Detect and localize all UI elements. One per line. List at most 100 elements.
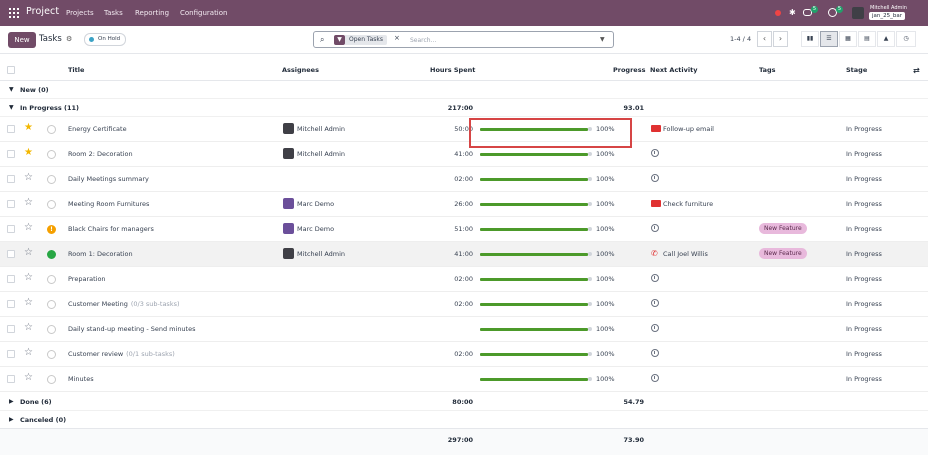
status-indicator-icon[interactable]: [47, 375, 56, 384]
clock-icon[interactable]: [651, 274, 659, 282]
kanban-view-button[interactable]: ▮▮: [801, 31, 819, 47]
assignee-name[interactable]: Marc Demo: [297, 225, 334, 233]
column-title[interactable]: Title: [68, 66, 84, 74]
assignee-name[interactable]: Mitchell Admin: [297, 125, 345, 133]
pivot-view-button[interactable]: ▤: [858, 31, 876, 47]
optional-columns-icon[interactable]: ⇄: [913, 66, 920, 75]
column-assignees[interactable]: Assignees: [282, 66, 319, 74]
clock-icon[interactable]: [651, 324, 659, 332]
task-title[interactable]: Room 2: Decoration: [68, 150, 133, 158]
star-icon[interactable]: ☆: [24, 173, 33, 183]
assignee-name[interactable]: Marc Demo: [297, 200, 334, 208]
pager-value[interactable]: 1-4 / 4: [730, 35, 751, 43]
table-row[interactable]: ☆ Daily stand-up meeting - Send minutes 10…: [0, 317, 928, 342]
next-activity-label[interactable]: Call Joel Willis: [663, 250, 708, 258]
star-icon[interactable]: ☆: [24, 198, 33, 208]
table-row[interactable]: ☆! Black Chairs for managers Marc Demo 51:0…: [0, 217, 928, 242]
clock-icon[interactable]: [651, 374, 659, 382]
graph-view-button[interactable]: ▲: [877, 31, 895, 47]
column-next-activity[interactable]: Next Activity: [650, 66, 697, 74]
table-row[interactable]: ☆ Customer Meeting (0/3 sub-tasks) 02:00 100…: [0, 292, 928, 317]
table-row[interactable]: ☆ Preparation 02:00 100% In Progress: [0, 267, 928, 292]
search-options-chevron-icon[interactable]: ▼: [600, 36, 605, 43]
user-name[interactable]: Mitchell Admin: [870, 5, 907, 11]
column-progress[interactable]: Progress: [613, 66, 645, 74]
column-tags[interactable]: Tags: [759, 66, 776, 74]
next-activity-label[interactable]: Follow-up email: [663, 125, 714, 133]
group-row-canceled[interactable]: ▶ Canceled (0): [0, 411, 928, 429]
activity-view-button[interactable]: ◷: [896, 31, 916, 47]
task-title[interactable]: Room 1: Decoration: [68, 250, 133, 258]
star-icon[interactable]: ☆: [24, 248, 33, 258]
task-title[interactable]: Customer review (0/1 sub-tasks): [68, 350, 175, 358]
star-icon[interactable]: ☆: [24, 298, 33, 308]
pager-previous-button[interactable]: ‹: [757, 31, 772, 47]
debug-indicator-icon[interactable]: [775, 10, 781, 16]
menu-tasks[interactable]: Tasks: [104, 9, 123, 17]
calendar-view-button[interactable]: ▦: [839, 31, 857, 47]
clock-icon[interactable]: [651, 224, 659, 232]
status-indicator-icon[interactable]: [47, 300, 56, 309]
status-indicator-icon[interactable]: [47, 250, 56, 259]
assignee-name[interactable]: Mitchell Admin: [297, 250, 345, 258]
menu-configuration[interactable]: Configuration: [180, 9, 227, 17]
column-hours-spent[interactable]: Hours Spent: [430, 66, 475, 74]
search-input[interactable]: [410, 34, 590, 46]
star-icon[interactable]: ☆: [24, 273, 33, 283]
assignee-avatar[interactable]: [283, 198, 294, 209]
apps-menu-icon[interactable]: [9, 8, 19, 18]
gear-icon[interactable]: ⚙: [66, 35, 72, 43]
bug-icon[interactable]: ✱: [789, 8, 796, 17]
clock-icon[interactable]: [651, 174, 659, 182]
table-row[interactable]: ★ Energy Certificate Mitchell Admin 50:00 10…: [0, 117, 928, 142]
email-icon[interactable]: [651, 125, 661, 132]
task-title[interactable]: Daily Meetings summary: [68, 175, 149, 183]
row-checkbox[interactable]: [7, 200, 15, 208]
group-row-done[interactable]: ▶ Done (6) 80:00 54.79: [0, 393, 928, 411]
row-checkbox[interactable]: [7, 325, 15, 333]
clock-icon[interactable]: [651, 349, 659, 357]
select-all-checkbox[interactable]: [7, 66, 15, 74]
star-icon[interactable]: ☆: [24, 348, 33, 358]
row-checkbox[interactable]: [7, 150, 15, 158]
on-hold-filter[interactable]: On Hold: [84, 33, 127, 46]
task-title[interactable]: Meeting Room Furnitures: [68, 200, 149, 208]
star-icon[interactable]: ★: [24, 123, 33, 133]
app-name[interactable]: Project: [26, 6, 59, 17]
clock-icon[interactable]: [651, 299, 659, 307]
task-title[interactable]: Preparation: [68, 275, 106, 283]
assignee-avatar[interactable]: [283, 248, 294, 259]
status-indicator-icon[interactable]: !: [47, 225, 56, 234]
table-row[interactable]: ☆ Daily Meetings summary 02:00 100% In Progr…: [0, 167, 928, 192]
table-row[interactable]: ☆ Room 1: Decoration Mitchell Admin 41:00 10…: [0, 242, 928, 267]
star-icon[interactable]: ☆: [24, 223, 33, 233]
row-checkbox[interactable]: [7, 225, 15, 233]
status-indicator-icon[interactable]: [47, 325, 56, 334]
remove-facet-icon[interactable]: ×: [394, 34, 400, 42]
assignee-name[interactable]: Mitchell Admin: [297, 150, 345, 158]
row-checkbox[interactable]: [7, 275, 15, 283]
table-row[interactable]: ☆ Minutes 100% In Progress: [0, 367, 928, 392]
task-title[interactable]: Minutes: [68, 375, 94, 383]
status-indicator-icon[interactable]: [47, 275, 56, 284]
assignee-avatar[interactable]: [283, 223, 294, 234]
table-row[interactable]: ☆ Customer review (0/1 sub-tasks) 02:00 100%…: [0, 342, 928, 367]
menu-projects[interactable]: Projects: [66, 9, 94, 17]
status-indicator-icon[interactable]: [47, 125, 56, 134]
group-row-new[interactable]: ▼ New (0): [0, 81, 928, 99]
task-title[interactable]: Energy Certificate: [68, 125, 127, 133]
column-stage[interactable]: Stage: [846, 66, 867, 74]
status-indicator-icon[interactable]: [47, 175, 56, 184]
phone-icon[interactable]: ✆: [651, 249, 658, 258]
task-title[interactable]: Black Chairs for managers: [68, 225, 154, 233]
row-checkbox[interactable]: [7, 250, 15, 258]
task-title[interactable]: Customer Meeting (0/3 sub-tasks): [68, 300, 180, 308]
status-indicator-icon[interactable]: [47, 200, 56, 209]
row-checkbox[interactable]: [7, 175, 15, 183]
search-bar[interactable]: ⌕ ▼ Open Tasks × ▼: [313, 31, 614, 48]
assignee-avatar[interactable]: [283, 148, 294, 159]
new-button[interactable]: New: [8, 32, 36, 48]
menu-reporting[interactable]: Reporting: [135, 9, 169, 17]
row-checkbox[interactable]: [7, 350, 15, 358]
group-row-in-progress[interactable]: ▼ In Progress (11) 217:00 93.01: [0, 99, 928, 117]
